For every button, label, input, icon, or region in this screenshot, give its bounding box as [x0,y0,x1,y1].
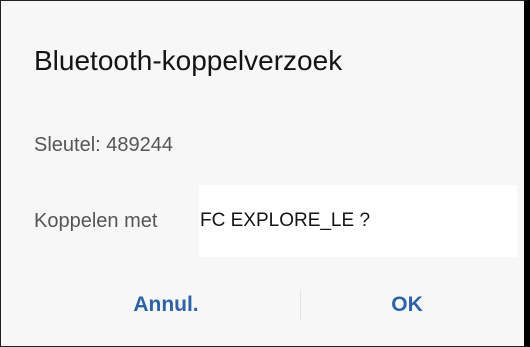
pairing-key-text: Sleutel: 489244 [34,134,174,156]
button-divider [300,290,301,320]
bluetooth-pairing-dialog: Bluetooth-koppelverzoek Sleutel: 489244 … [0,0,530,347]
pair-with-label: Koppelen met [34,210,158,232]
device-name-text: FC EXPLORE_LE ? [200,210,371,231]
cancel-button[interactable]: Annul. [61,285,271,325]
ok-button[interactable]: OK [307,285,507,325]
dialog-title: Bluetooth-koppelverzoek [34,45,343,76]
